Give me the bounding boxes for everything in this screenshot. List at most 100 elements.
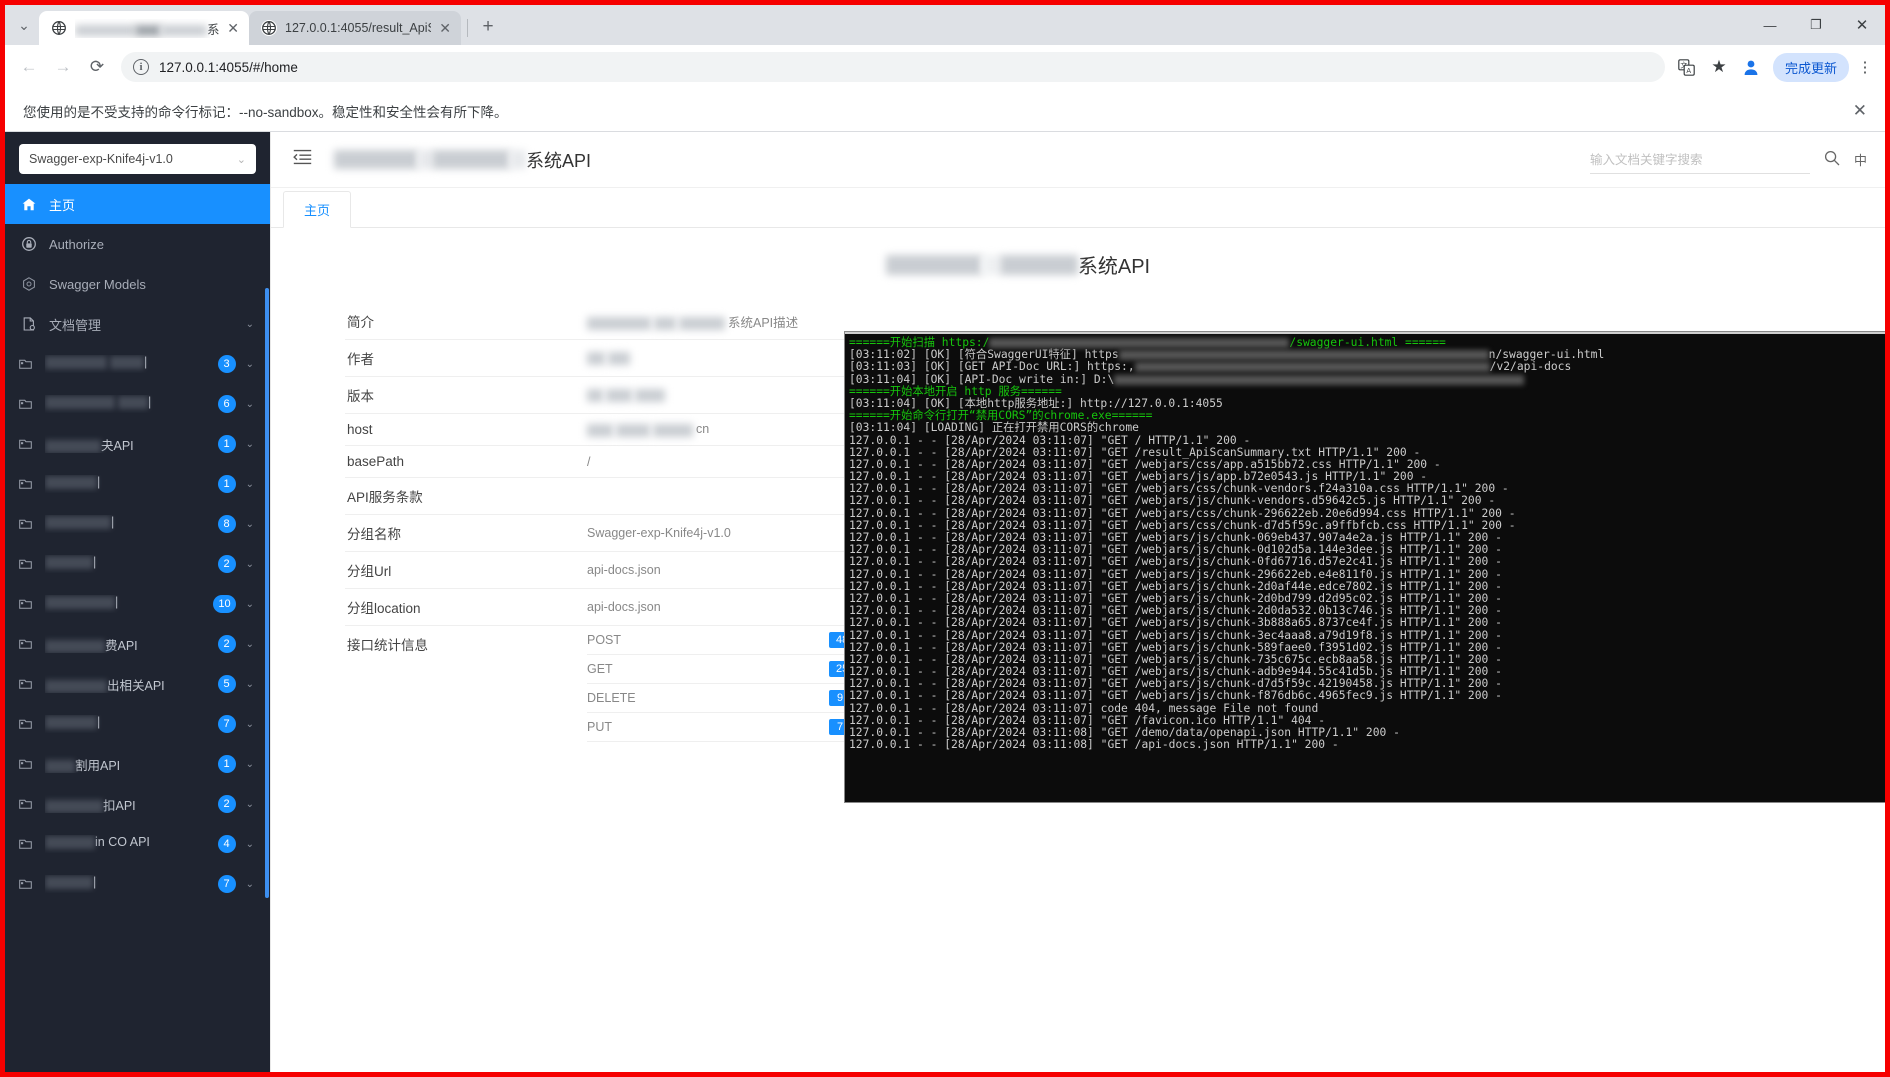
sidebar-api-group-label: 扣API bbox=[45, 795, 208, 813]
sidebar-api-group[interactable]: 出相关API 5 ⌄ bbox=[5, 664, 270, 704]
sidebar-api-group-label: | bbox=[45, 355, 208, 373]
console-window[interactable]: ======开始扫描 https://swagger-ui.html =====… bbox=[845, 332, 1885, 802]
row-label: basePath bbox=[347, 454, 405, 469]
browser-tab-1[interactable]: 系统A ✕ bbox=[39, 11, 249, 45]
sidebar-api-group-list: | 3 ⌄ | 6 ⌄ 夬API 1 ⌄ | 1 ⌄ | 8 ⌄ | 2 ⌄ | 10 ⌄ 费API 2 ⌄ 出相关API 5 ⌄ |… bbox=[5, 344, 270, 904]
tab-close-button[interactable]: ✕ bbox=[227, 21, 239, 35]
browser-toolbar: ← → ⟳ i 127.0.0.1:4055/#/home 文A ★ 完成更新 … bbox=[5, 45, 1885, 90]
sidebar-api-group[interactable]: 夬API 1 ⌄ bbox=[5, 424, 270, 464]
api-count-badge: 10 bbox=[213, 595, 236, 613]
reload-button[interactable]: ⟳ bbox=[81, 51, 113, 83]
chevron-down-icon[interactable]: ⌄ bbox=[246, 439, 254, 450]
collapse-menu-icon[interactable] bbox=[293, 149, 312, 171]
sidebar-api-group[interactable]: | 8 ⌄ bbox=[5, 504, 270, 544]
sidebar-api-group[interactable]: | 1 ⌄ bbox=[5, 464, 270, 504]
chevron-down-icon[interactable]: ⌄ bbox=[246, 759, 254, 770]
console-line: 127.0.0.1 - - [28/Apr/2024 03:11:07] "GE… bbox=[849, 433, 1251, 447]
row-label: 分组Url bbox=[347, 564, 392, 579]
models-icon bbox=[21, 277, 37, 291]
api-count-badge: 5 bbox=[217, 675, 236, 693]
row-label: 简介 bbox=[347, 315, 374, 330]
sidebar-scrollbar[interactable] bbox=[265, 288, 269, 898]
chevron-down-icon[interactable]: ⌄ bbox=[246, 679, 254, 690]
sidebar-api-group[interactable]: 费API 2 ⌄ bbox=[5, 624, 270, 664]
site-info-icon[interactable]: i bbox=[133, 59, 149, 75]
infobar-message: 您使用的是不受支持的命令行标记：--no-sandbox。稳定性和安全性会有所下… bbox=[23, 104, 508, 120]
console-line: [03:11:04] [LOADING] 正在打开禁用CORS的chrome bbox=[849, 421, 1139, 435]
sidebar-api-group[interactable]: 扣API 2 ⌄ bbox=[5, 784, 270, 824]
sidebar-api-group-label: | bbox=[45, 395, 208, 413]
window-minimize-button[interactable]: — bbox=[1747, 8, 1793, 42]
api-folder-icon bbox=[19, 837, 35, 852]
chevron-down-icon[interactable]: ⌄ bbox=[246, 399, 254, 410]
chevron-down-icon[interactable]: ⌄ bbox=[246, 639, 254, 650]
sidebar-item-swagger-models[interactable]: Swagger Models bbox=[5, 264, 270, 304]
chevron-down-icon[interactable]: ⌄ bbox=[246, 319, 254, 330]
window-close-button[interactable]: ✕ bbox=[1839, 8, 1885, 42]
row-value-text: / bbox=[587, 454, 591, 469]
tab-close-button[interactable]: ✕ bbox=[439, 21, 451, 35]
console-line: 127.0.0.1 - - [28/Apr/2024 03:11:07] "GE… bbox=[849, 628, 1502, 642]
sidebar-api-group[interactable]: | 2 ⌄ bbox=[5, 544, 270, 584]
sidebar-api-group[interactable]: | 3 ⌄ bbox=[5, 344, 270, 384]
console-line: 127.0.0.1 - - [28/Apr/2024 03:11:07] "GE… bbox=[849, 689, 1502, 703]
sidebar-item-home[interactable]: 主页 bbox=[5, 184, 270, 224]
sidebar-api-group[interactable]: | 6 ⌄ bbox=[5, 384, 270, 424]
sidebar-item-doc-management[interactable]: 文档管理 ⌄ bbox=[5, 304, 270, 344]
tab-title: 系统A bbox=[75, 19, 219, 38]
address-bar[interactable]: i 127.0.0.1:4055/#/home bbox=[121, 52, 1665, 82]
tab-search-chevron-icon[interactable]: ⌄ bbox=[9, 5, 39, 45]
sidebar-item-label: Swagger Models bbox=[49, 276, 146, 292]
stat-method-label: POST bbox=[587, 633, 622, 647]
row-label: API服务条款 bbox=[347, 490, 423, 505]
language-toggle[interactable]: 中 bbox=[1854, 150, 1867, 169]
chevron-down-icon[interactable]: ⌄ bbox=[246, 599, 254, 610]
chevron-down-icon[interactable]: ⌄ bbox=[246, 839, 254, 850]
chevron-down-icon[interactable]: ⌄ bbox=[246, 879, 254, 890]
search-input[interactable]: 输入文档关键字搜索 bbox=[1589, 146, 1810, 174]
svg-text:A: A bbox=[1687, 68, 1692, 75]
sidebar-api-group[interactable]: | 7 ⌄ bbox=[5, 864, 270, 904]
sidebar-item-label: 文档管理 bbox=[49, 317, 102, 333]
group-select[interactable]: Swagger-exp-Knife4j-v1.0 ⌄ bbox=[19, 144, 256, 174]
infobar-close-button[interactable]: ✕ bbox=[1853, 101, 1867, 121]
api-count-badge: 2 bbox=[217, 555, 236, 573]
sidebar-item-authorize[interactable]: Authorize bbox=[5, 224, 270, 264]
back-button[interactable]: ← bbox=[13, 51, 45, 83]
sidebar-api-group-label: 出相关API bbox=[45, 675, 208, 693]
sidebar-api-group[interactable]: 割用API 1 ⌄ bbox=[5, 744, 270, 784]
api-folder-icon bbox=[19, 797, 35, 812]
content-tabs: 主页 bbox=[271, 188, 1885, 228]
chevron-down-icon[interactable]: ⌄ bbox=[246, 359, 254, 370]
api-folder-icon bbox=[19, 477, 35, 492]
search-icon[interactable] bbox=[1824, 150, 1840, 170]
profile-icon[interactable] bbox=[1737, 53, 1765, 81]
browser-menu-icon[interactable]: ⋮ bbox=[1853, 53, 1877, 81]
finish-update-button[interactable]: 完成更新 bbox=[1772, 52, 1849, 82]
chevron-down-icon[interactable]: ⌄ bbox=[246, 799, 254, 810]
console-line: ======开始扫描 https://swagger-ui.html =====… bbox=[849, 336, 1446, 349]
chevron-down-icon[interactable]: ⌄ bbox=[246, 559, 254, 570]
forward-button[interactable]: → bbox=[47, 51, 79, 83]
sidebar-api-group[interactable]: in CO API 4 ⌄ bbox=[5, 824, 270, 864]
new-tab-button[interactable]: + bbox=[474, 13, 502, 41]
api-folder-icon bbox=[19, 877, 35, 892]
translate-icon[interactable]: 文A bbox=[1673, 53, 1701, 81]
page-title: 系统API bbox=[334, 147, 591, 173]
sidebar-api-group[interactable]: | 7 ⌄ bbox=[5, 704, 270, 744]
api-folder-icon bbox=[19, 637, 35, 652]
tab-favicon-icon bbox=[261, 20, 277, 36]
api-folder-icon bbox=[19, 357, 35, 372]
chevron-down-icon[interactable]: ⌄ bbox=[246, 719, 254, 730]
sidebar-api-group[interactable]: | 10 ⌄ bbox=[5, 584, 270, 624]
row-label: 接口统计信息 bbox=[347, 638, 428, 653]
bookmark-star-icon[interactable]: ★ bbox=[1705, 53, 1733, 81]
browser-tab-2[interactable]: 127.0.0.1:4055/result_ApiScar ✕ bbox=[249, 11, 461, 45]
row-label: host bbox=[347, 422, 373, 437]
sidebar: Swagger-exp-Knife4j-v1.0 ⌄ 主页 Authorize bbox=[5, 132, 270, 1072]
chevron-down-icon[interactable]: ⌄ bbox=[246, 519, 254, 530]
chevron-down-icon[interactable]: ⌄ bbox=[246, 479, 254, 490]
tab-home[interactable]: 主页 bbox=[283, 191, 352, 228]
window-maximize-button[interactable]: ❐ bbox=[1793, 8, 1839, 42]
console-line: 127.0.0.1 - - [28/Apr/2024 03:11:07] "GE… bbox=[849, 555, 1502, 569]
